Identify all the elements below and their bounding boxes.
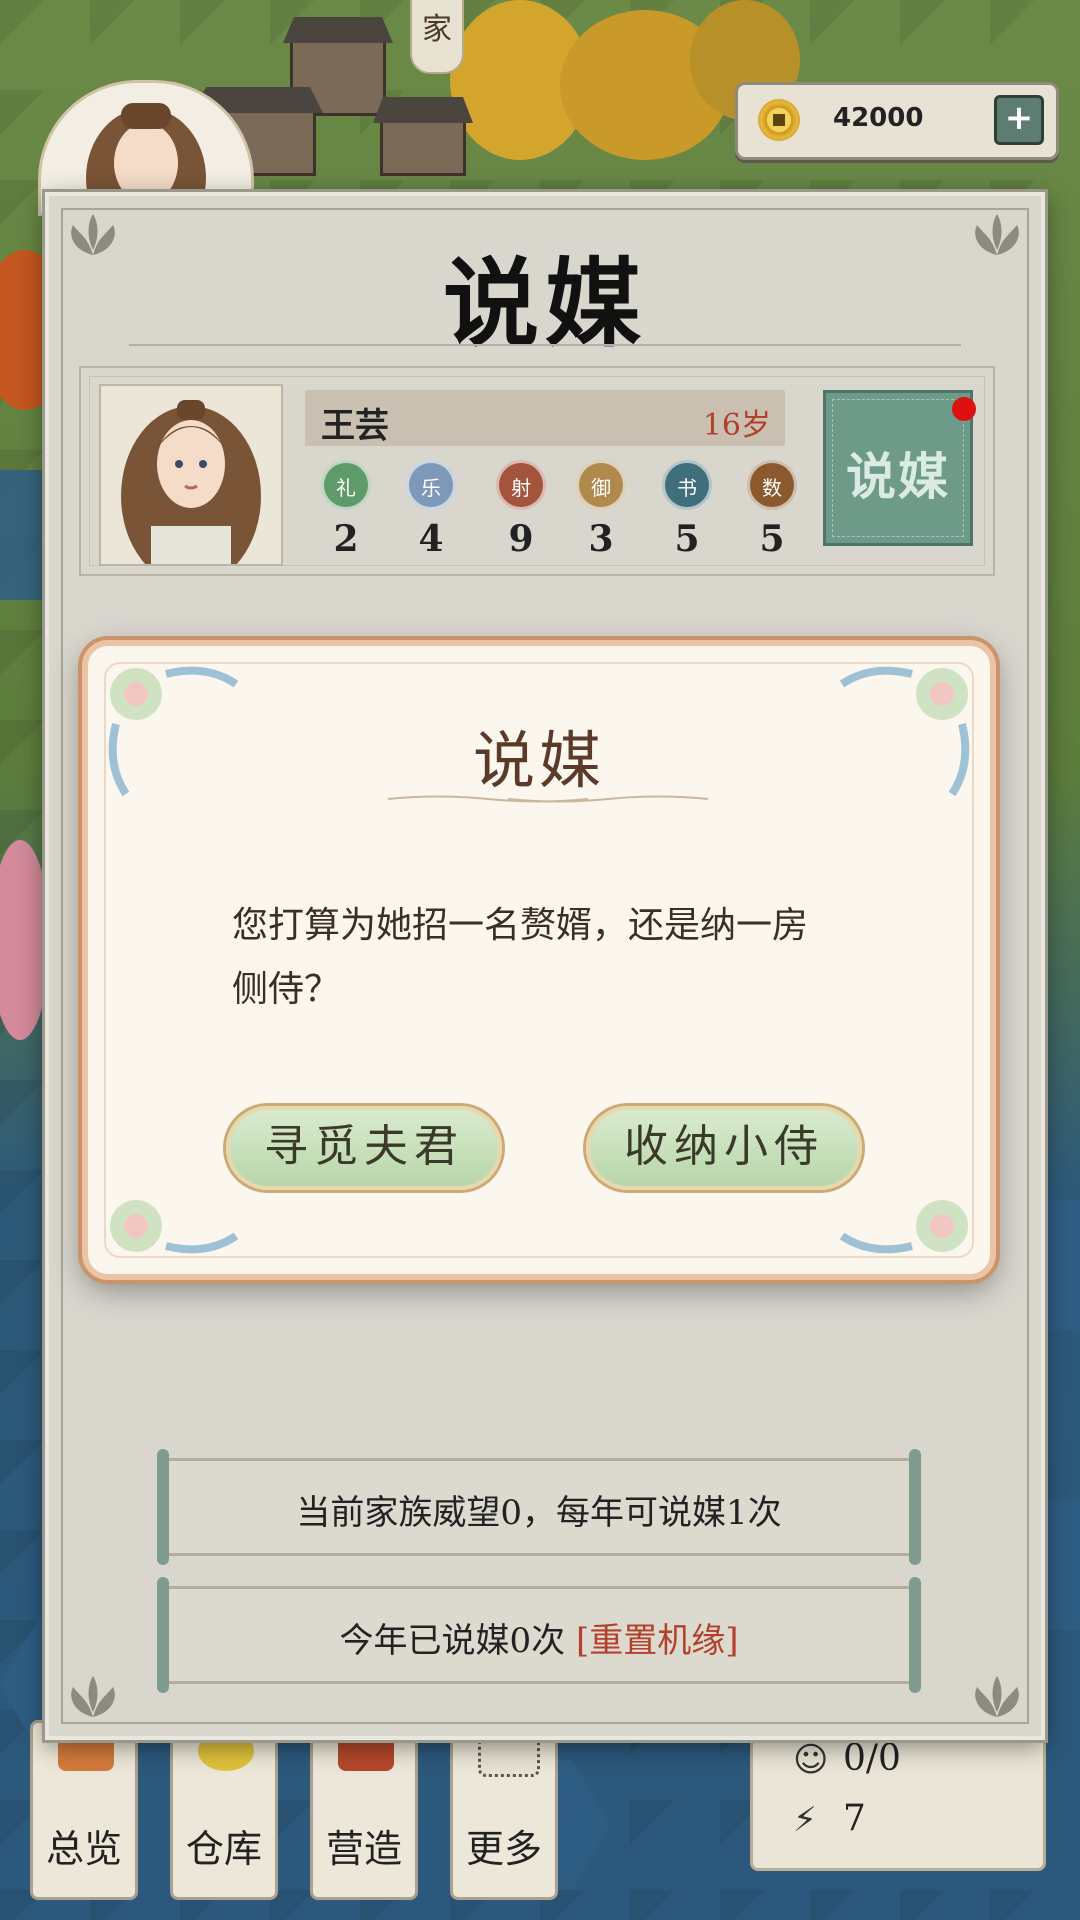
find-husband-button[interactable]: 寻觅夫君 bbox=[226, 1106, 502, 1190]
nav-more[interactable]: 更多 bbox=[450, 1720, 558, 1900]
character-card: 王芸 16岁 礼 2 乐 4 射 9 御 3 书 5 数 5 说媒 bbox=[79, 366, 995, 576]
nav-overview-label: 总览 bbox=[45, 1827, 122, 1871]
lotus-ornament-icon bbox=[71, 1676, 115, 1717]
coin-value: 42000 bbox=[833, 103, 924, 133]
stat-mathematics: 数 5 bbox=[742, 460, 802, 560]
matchmaking-button-label: 说媒 bbox=[846, 447, 950, 506]
stat-archery: 射 9 bbox=[491, 460, 551, 560]
character-portrait bbox=[99, 384, 283, 566]
music-icon: 乐 bbox=[406, 460, 456, 510]
charioteering-icon: 御 bbox=[576, 460, 626, 510]
stat-charioteering: 御 3 bbox=[571, 460, 631, 560]
stat-rites: 礼 2 bbox=[316, 460, 376, 560]
stat-calligraphy: 书 5 bbox=[657, 460, 717, 560]
usage-info-bar: 今年已说媒0次 [重置机缘] bbox=[157, 1577, 921, 1693]
coin-counter: 42000 + bbox=[735, 82, 1059, 160]
floral-corner-icon bbox=[110, 1200, 239, 1254]
farmer-icon: ☺ bbox=[793, 1740, 829, 1780]
energy-row: ⚡ 7 bbox=[793, 1798, 866, 1840]
rites-icon: 礼 bbox=[321, 460, 371, 510]
lightning-icon: ⚡ bbox=[793, 1800, 817, 1840]
nav-warehouse-label: 仓库 bbox=[185, 1827, 262, 1871]
stat-calligraphy-value: 5 bbox=[674, 518, 700, 560]
usage-count-text: 今年已说媒0次 bbox=[339, 1621, 566, 1661]
calligraphy-icon: 书 bbox=[662, 460, 712, 510]
matchmaking-choice-modal: 说媒 您打算为她招一名赘婿，还是纳一房侧侍？ 寻觅夫君 收纳小侍 bbox=[82, 640, 996, 1280]
coin-icon bbox=[758, 99, 800, 141]
population-row: ☺ 0/0 bbox=[793, 1738, 901, 1780]
usage-info-text: 今年已说媒0次 [重置机缘] bbox=[169, 1613, 909, 1662]
character-name: 王芸 bbox=[321, 406, 389, 446]
population-value: 0/0 bbox=[843, 1738, 901, 1779]
reset-fate-link[interactable]: [重置机缘] bbox=[576, 1621, 739, 1661]
nav-overview[interactable]: 总览 bbox=[30, 1720, 138, 1900]
stat-music: 乐 4 bbox=[401, 460, 461, 560]
prestige-info-bar: 当前家族威望0，每年可说媒1次 bbox=[157, 1449, 921, 1565]
energy-value: 7 bbox=[843, 1798, 866, 1839]
character-name-bar: 王芸 16岁 bbox=[305, 390, 785, 446]
matchmaking-button[interactable]: 说媒 bbox=[823, 390, 976, 546]
prestige-info-text: 当前家族威望0，每年可说媒1次 bbox=[296, 1493, 782, 1533]
family-tab[interactable]: 家 bbox=[410, 0, 464, 74]
cloud-divider-icon bbox=[508, 795, 708, 803]
mathematics-icon: 数 bbox=[747, 460, 797, 510]
nav-build-label: 营造 bbox=[325, 1827, 402, 1871]
stat-mathematics-value: 5 bbox=[759, 518, 785, 560]
character-age: 16岁 bbox=[702, 408, 771, 443]
stat-music-value: 4 bbox=[418, 518, 444, 560]
modal-message: 您打算为她招一名赘婿，还是纳一房侧侍？ bbox=[232, 905, 809, 1010]
lotus-ornament-icon bbox=[975, 1676, 1019, 1717]
stat-rites-value: 2 bbox=[333, 518, 359, 560]
archery-icon: 射 bbox=[496, 460, 546, 510]
notification-dot bbox=[952, 397, 976, 421]
take-attendant-button[interactable]: 收纳小侍 bbox=[586, 1106, 862, 1190]
add-coins-button[interactable]: + bbox=[994, 95, 1044, 145]
stat-archery-value: 9 bbox=[508, 518, 534, 560]
nav-warehouse[interactable]: 仓库 bbox=[170, 1720, 278, 1900]
nav-build[interactable]: 营造 bbox=[310, 1720, 418, 1900]
modal-title: 说媒 bbox=[472, 724, 605, 797]
stat-charioteering-value: 3 bbox=[588, 518, 614, 560]
nav-more-label: 更多 bbox=[465, 1827, 542, 1871]
